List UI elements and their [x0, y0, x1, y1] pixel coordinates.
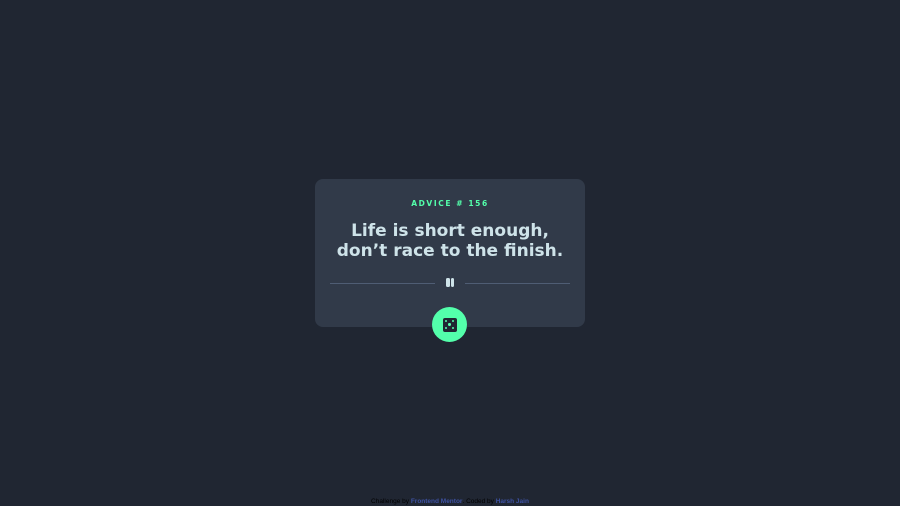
divider-line-left: [330, 283, 435, 284]
pattern-divider: [330, 278, 570, 288]
advice-id: ADVICE # 156: [411, 199, 489, 208]
advice-card: ADVICE # 156 Life is short enough, don’t…: [315, 179, 585, 327]
divider-line-right: [465, 283, 570, 284]
dice-icon: [442, 317, 457, 332]
pause-icon: [444, 278, 456, 288]
coded-prefix: . Coded by: [462, 498, 494, 505]
attribution-footer: Challenge by Frontend Mentor. Coded by H…: [0, 497, 900, 506]
page: ADVICE # 156 Life is short enough, don’t…: [0, 0, 900, 506]
challenge-prefix: Challenge by: [371, 498, 409, 505]
advice-quote: Life is short enough, don’t race to the …: [336, 221, 564, 261]
generate-advice-button[interactable]: [432, 307, 467, 342]
author-link[interactable]: Harsh Jain: [496, 498, 529, 505]
frontend-mentor-link[interactable]: Frontend Mentor: [411, 498, 463, 505]
